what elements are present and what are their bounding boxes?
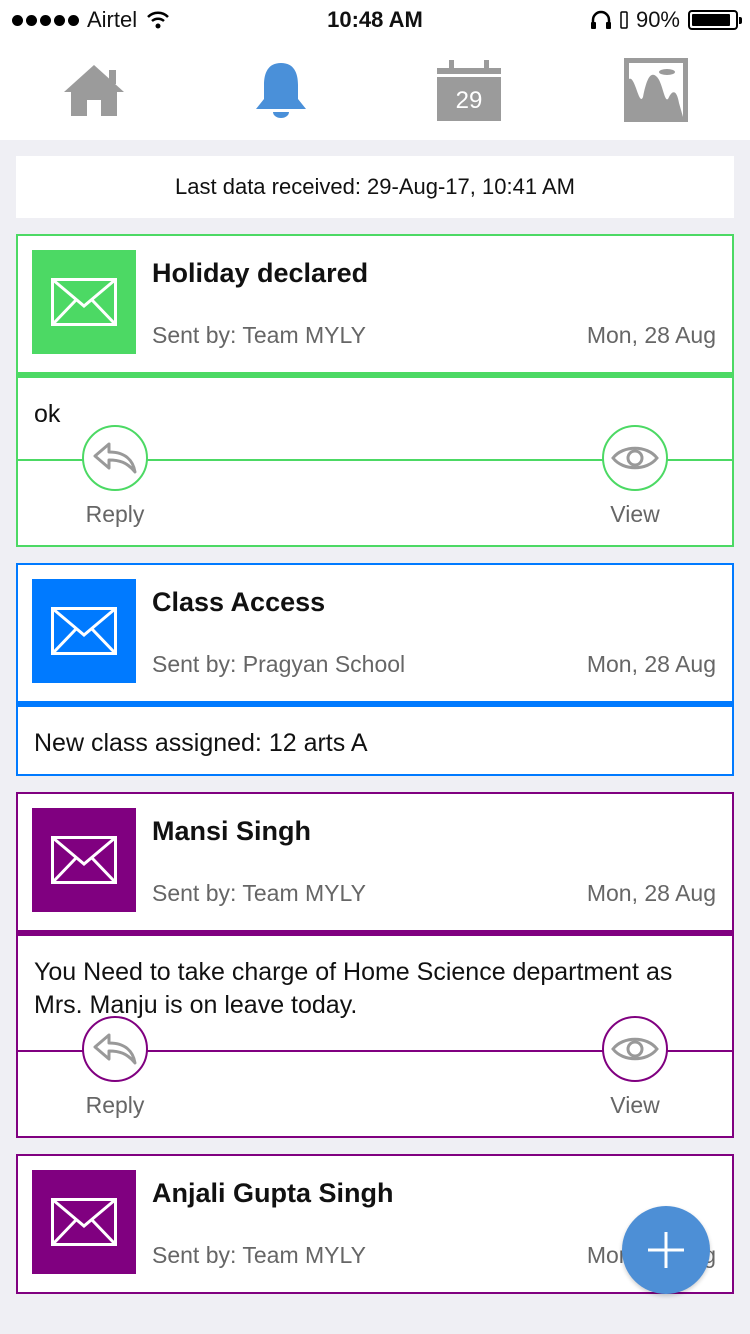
message-feed: Last data received: 29-Aug-17, 10:41 AM …: [16, 156, 734, 1310]
card-header: Holiday declared Sent by: Team MYLY Mon,…: [18, 236, 732, 372]
reply-icon: [93, 1033, 137, 1065]
envelope-icon: [51, 278, 117, 326]
rotation-lock-icon: [620, 11, 628, 29]
card-actions: Reply View: [18, 425, 732, 545]
card-title: Class Access: [152, 587, 326, 617]
card-head-text: Holiday declared Sent by: Team MYLY Mon,…: [152, 236, 732, 372]
nav-gallery[interactable]: [606, 50, 706, 130]
card-header: Class Access Sent by: Pragyan School Mon…: [18, 565, 732, 701]
message-card[interactable]: Mansi Singh Sent by: Team MYLY Mon, 28 A…: [16, 792, 734, 1138]
view-label: View: [610, 1092, 660, 1118]
home-icon: [63, 65, 124, 116]
battery-icon: [688, 10, 742, 30]
add-button[interactable]: [622, 1206, 710, 1294]
calendar-day: 29: [455, 87, 482, 114]
card-title: Mansi Singh: [152, 816, 312, 846]
status-right: 90%: [590, 7, 742, 33]
eye-icon: [611, 446, 659, 470]
card-sender: Sent by: Team MYLY: [152, 322, 366, 348]
reply-label: Reply: [85, 1092, 145, 1118]
nav-home[interactable]: [44, 50, 144, 130]
calendar-icon: 29: [436, 60, 501, 121]
card-sender: Sent by: Pragyan School: [152, 651, 406, 677]
mail-icon-box: [32, 808, 136, 912]
reply-button[interactable]: [82, 425, 148, 491]
last-data-received: Last data received: 29-Aug-17, 10:41 AM: [16, 156, 734, 218]
card-date: Mon, 28 Aug: [586, 322, 716, 348]
message-card[interactable]: Anjali Gupta Singh Sent by: Team MYLY Mo…: [16, 1154, 734, 1294]
envelope-icon: [51, 607, 117, 655]
card-actions: Reply View: [18, 1016, 732, 1136]
card-header: Mansi Singh Sent by: Team MYLY Mon, 28 A…: [18, 794, 732, 930]
card-date: Mon, 28 Aug: [586, 651, 716, 677]
bell-icon: [256, 63, 307, 118]
view-label: View: [610, 501, 660, 527]
reply-label: Reply: [85, 501, 145, 527]
nav-notifications[interactable]: [231, 50, 331, 130]
card-date: Mon, 28 Aug: [586, 880, 716, 906]
envelope-icon: [51, 1198, 117, 1246]
card-head-text: Class Access Sent by: Pragyan School Mon…: [152, 565, 732, 701]
envelope-icon: [51, 836, 117, 884]
gallery-icon: [624, 58, 689, 122]
view-button[interactable]: [602, 1016, 668, 1082]
mail-icon-box: [32, 579, 136, 683]
reply-icon: [93, 442, 137, 474]
card-header: Anjali Gupta Singh Sent by: Team MYLY Mo…: [18, 1156, 732, 1292]
nav-calendar[interactable]: 29: [419, 50, 519, 130]
battery-fill: [692, 14, 730, 26]
top-nav: 29: [0, 40, 750, 140]
status-bar: Airtel 10:48 AM 90%: [0, 0, 750, 40]
message-card[interactable]: Holiday declared Sent by: Team MYLY Mon,…: [16, 234, 734, 547]
battery-percent: 90%: [635, 7, 680, 32]
message-card[interactable]: Class Access Sent by: Pragyan School Mon…: [16, 563, 734, 776]
card-head-text: Mansi Singh Sent by: Team MYLY Mon, 28 A…: [152, 794, 732, 930]
eye-icon: [611, 1037, 659, 1061]
card-message: New class assigned: 12 arts A: [34, 729, 368, 757]
card-title: Anjali Gupta Singh: [152, 1178, 394, 1208]
mail-icon-box: [32, 1170, 136, 1274]
card-title: Holiday declared: [152, 258, 369, 288]
card-sender: Sent by: Team MYLY: [152, 880, 366, 906]
mail-icon-box: [32, 250, 136, 354]
card-sender: Sent by: Team MYLY: [152, 1242, 366, 1268]
reply-button[interactable]: [82, 1016, 148, 1082]
headphones-icon: [590, 10, 611, 29]
view-button[interactable]: [602, 425, 668, 491]
plus-icon: [648, 1232, 684, 1268]
